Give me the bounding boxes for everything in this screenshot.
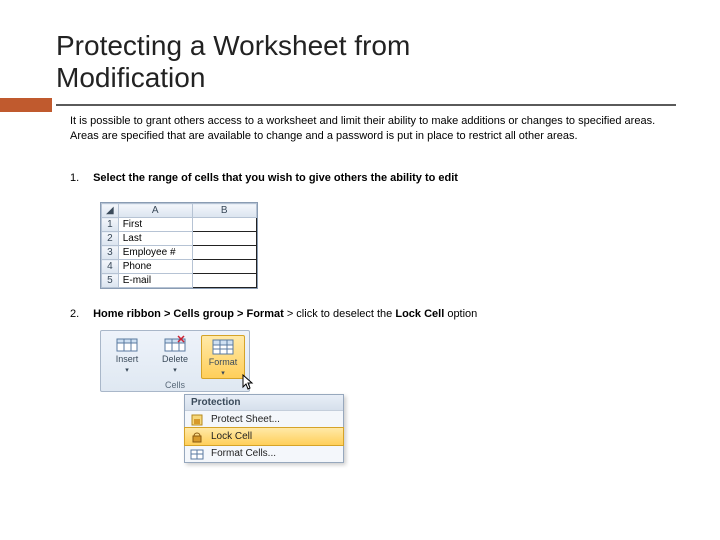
format-icon xyxy=(212,338,234,356)
spreadsheet-illustration: ◢ A B 1First 2Last 3Employee # 4Phone 5E… xyxy=(100,202,258,289)
cell-a1: First xyxy=(118,218,192,232)
title-line-2: Modification xyxy=(56,62,205,93)
delete-button[interactable]: Delete ▾ xyxy=(153,335,197,374)
step-2-lockcell: Lock Cell xyxy=(395,308,444,320)
menu-section-header: Protection xyxy=(185,395,343,411)
accent-bar xyxy=(0,98,52,112)
lock-icon xyxy=(190,430,204,444)
step-1-text: Select the range of cells that you wish … xyxy=(93,172,458,184)
cell-a5: E-mail xyxy=(118,274,192,288)
row-header: 2 xyxy=(102,232,119,246)
format-label: Format xyxy=(209,357,238,367)
cell-a2: Last xyxy=(118,232,192,246)
title-line-1: Protecting a Worksheet from xyxy=(56,30,410,61)
cells-group-panel: Insert ▾ Delete ▾ Format ▾ Cells xyxy=(100,330,250,392)
format-button[interactable]: Format ▾ xyxy=(201,335,245,379)
chevron-down-icon: ▾ xyxy=(125,367,129,374)
menu-item-label: Format Cells... xyxy=(211,448,276,459)
format-cells-icon xyxy=(190,447,204,461)
steps-list: 1. Select the range of cells that you wi… xyxy=(70,172,670,480)
cell-b5 xyxy=(192,274,256,288)
cell-a4: Phone xyxy=(118,260,192,274)
ribbon-illustration: Insert ▾ Delete ▾ Format ▾ Cells Protection… xyxy=(100,330,400,480)
row-header: 4 xyxy=(102,260,119,274)
row-header: 3 xyxy=(102,246,119,260)
format-dropdown-menu: Protection Protect Sheet... Lock Cell Fo… xyxy=(184,394,344,463)
col-header-b: B xyxy=(192,204,256,218)
chevron-down-icon: ▾ xyxy=(221,370,225,377)
cell-b3 xyxy=(192,246,256,260)
step-1-number: 1. xyxy=(70,172,90,184)
menu-item-label: Protect Sheet... xyxy=(211,414,280,425)
menu-item-protect-sheet[interactable]: Protect Sheet... xyxy=(185,411,343,428)
page-title: Protecting a Worksheet from Modification xyxy=(0,0,720,94)
cursor-icon xyxy=(242,374,256,392)
cell-a3: Employee # xyxy=(118,246,192,260)
step-2-bold-path: Home ribbon > Cells group > Format xyxy=(93,308,284,320)
col-header-a: A xyxy=(118,204,192,218)
step-2-number: 2. xyxy=(70,308,90,320)
insert-icon xyxy=(116,335,138,353)
menu-item-format-cells[interactable]: Format Cells... xyxy=(185,445,343,462)
shield-icon xyxy=(190,413,204,427)
insert-button[interactable]: Insert ▾ xyxy=(105,335,149,374)
intro-paragraph: It is possible to grant others access to… xyxy=(70,114,660,144)
menu-item-lock-cell[interactable]: Lock Cell xyxy=(184,427,344,446)
sheet-corner: ◢ xyxy=(102,204,119,218)
step-2: 2. Home ribbon > Cells group > Format > … xyxy=(70,308,670,320)
cell-b1 xyxy=(192,218,256,232)
title-rule xyxy=(56,104,676,106)
cell-b4 xyxy=(192,260,256,274)
cell-b2 xyxy=(192,232,256,246)
chevron-down-icon: ▾ xyxy=(173,367,177,374)
insert-label: Insert xyxy=(116,354,139,364)
step-2-mid: > click to deselect the xyxy=(284,308,396,320)
delete-icon xyxy=(164,335,186,353)
delete-label: Delete xyxy=(162,354,188,364)
menu-item-label: Lock Cell xyxy=(211,431,252,442)
row-header: 5 xyxy=(102,274,119,288)
row-header: 1 xyxy=(102,218,119,232)
step-2-tail: option xyxy=(444,308,477,320)
cells-group-label: Cells xyxy=(101,380,249,390)
step-1: 1. Select the range of cells that you wi… xyxy=(70,172,670,184)
